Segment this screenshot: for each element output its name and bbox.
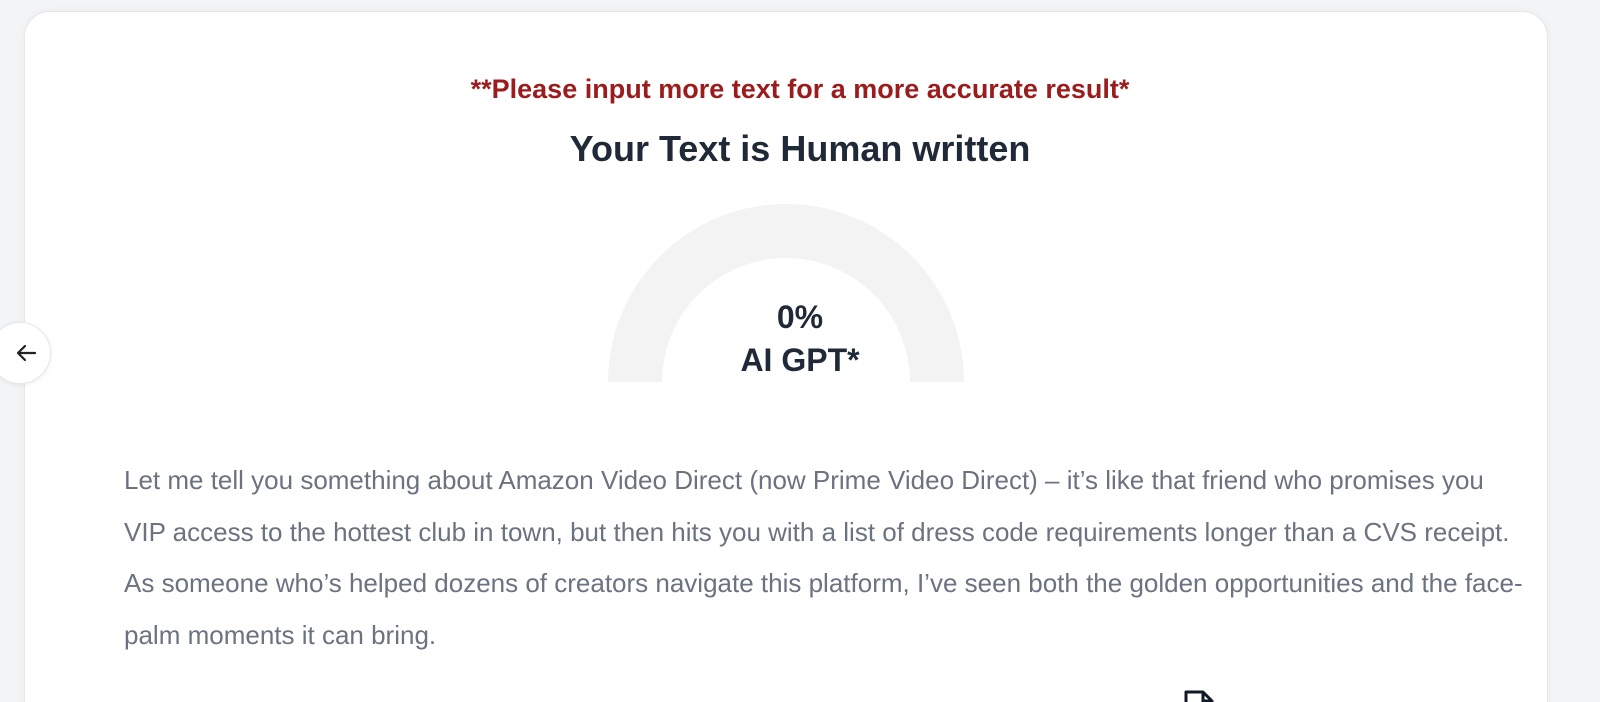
gauge-percent: 0% bbox=[776, 299, 824, 335]
accuracy-warning: **Please input more text for a more accu… bbox=[470, 74, 1130, 104]
page: **Please input more text for a more accu… bbox=[0, 0, 1600, 702]
analyzed-text: Let me tell you something about Amazon V… bbox=[124, 465, 1523, 650]
gauge-label: AI GPT* bbox=[740, 342, 860, 378]
export-button[interactable] bbox=[1183, 689, 1225, 702]
arrow-left-icon bbox=[16, 344, 37, 362]
result-heading: Your Text is Human written bbox=[569, 128, 1031, 169]
document-icon bbox=[1184, 690, 1214, 702]
